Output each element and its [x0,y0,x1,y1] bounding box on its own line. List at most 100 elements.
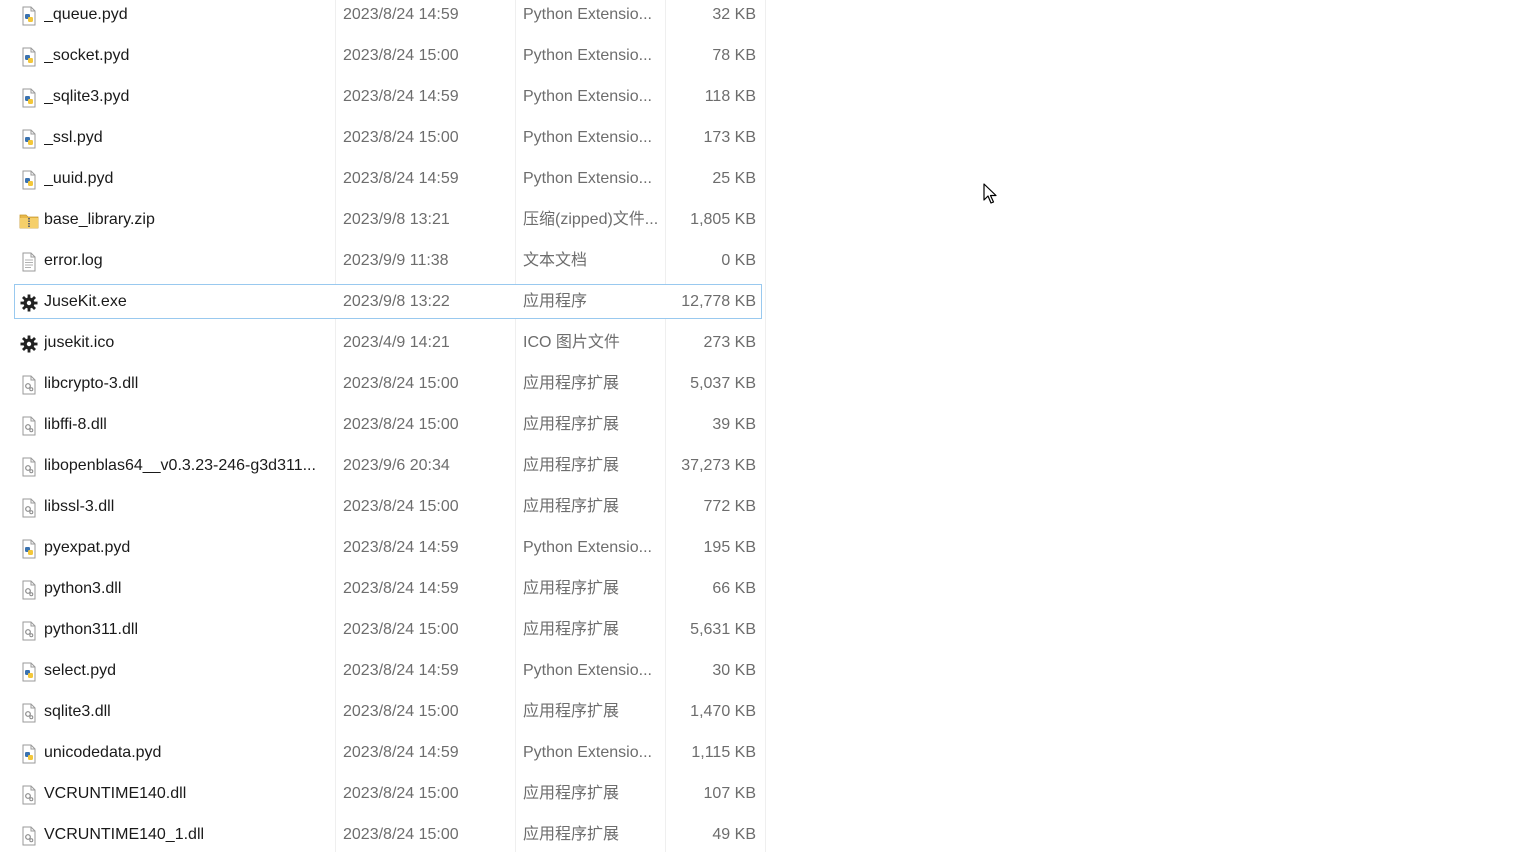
file-row[interactable]: VCRUNTIME140_1.dll 2023/8/24 15:00 应用程序扩展 4… [14,817,762,852]
file-row[interactable]: VCRUNTIME140.dll 2023/8/24 15:00 应用程序扩展 107… [14,776,762,811]
file-row[interactable]: base_library.zip 2023/9/8 13:21 压缩(zipped)… [14,202,762,237]
file-name: sqlite3.dll [44,703,111,720]
file-date-modified: 2023/8/24 14:59 [343,539,459,556]
file-name: libcrypto-3.dll [44,375,139,392]
python-file-icon [19,128,39,149]
file-date-modified: 2023/8/24 14:59 [343,744,459,761]
dll-file-icon [19,374,39,395]
file-size: 66 KB [712,580,756,597]
file-size: 5,037 KB [690,375,756,392]
file-name: _ssl.pyd [44,129,103,146]
file-type: 应用程序扩展 [523,498,620,515]
file-type: Python Extensio... [523,129,652,146]
python-file-icon [19,5,39,26]
file-name: libopenblas64__v0.3.23-246-g3d311... [44,457,316,474]
file-type: 应用程序扩展 [523,457,620,474]
file-type: 应用程序扩展 [523,580,620,597]
file-row[interactable]: libopenblas64__v0.3.23-246-g3d311... 2023… [14,448,762,483]
file-row[interactable]: unicodedata.pyd 2023/8/24 14:59 Python Ext… [14,735,762,770]
file-name: python3.dll [44,580,122,597]
file-date-modified: 2023/8/24 15:00 [343,785,459,802]
file-name: VCRUNTIME140.dll [44,785,187,802]
file-row[interactable]: _ssl.pyd 2023/8/24 15:00 Python Extensio..… [14,120,762,155]
file-size: 273 KB [703,334,756,351]
file-name: _sqlite3.pyd [44,88,130,105]
file-row[interactable]: python311.dll 2023/8/24 15:00 应用程序扩展 5,631 … [14,612,762,647]
dll-file-icon [19,456,39,477]
dll-file-icon [19,825,39,846]
file-type: Python Extensio... [523,88,652,105]
file-type: 应用程序扩展 [523,826,620,843]
file-type: 应用程序扩展 [523,621,620,638]
file-type: ICO 图片文件 [523,334,620,351]
file-type: 文本文档 [523,252,588,269]
gear-icon [19,292,39,312]
file-size: 32 KB [712,6,756,23]
file-name: VCRUNTIME140_1.dll [44,826,205,843]
file-size: 49 KB [712,826,756,843]
file-date-modified: 2023/8/24 14:59 [343,6,459,23]
file-name: JuseKit.exe [44,293,127,310]
file-date-modified: 2023/8/24 15:00 [343,375,459,392]
file-name: _uuid.pyd [44,170,114,187]
file-row[interactable]: _sqlite3.pyd 2023/8/24 14:59 Python Extens… [14,79,762,114]
file-date-modified: 2023/9/8 13:21 [343,211,450,228]
file-date-modified: 2023/8/24 15:00 [343,498,459,515]
file-name: libssl-3.dll [44,498,115,515]
python-file-icon [19,538,39,559]
column-separator-size[interactable] [765,0,766,852]
file-type: Python Extensio... [523,6,652,23]
file-list: _queue.pyd 2023/8/24 14:59 Python Extensio… [14,0,762,852]
dll-file-icon [19,620,39,641]
file-row[interactable]: _uuid.pyd 2023/8/24 14:59 Python Extensio.… [14,161,762,196]
file-date-modified: 2023/8/24 15:00 [343,416,459,433]
file-type: Python Extensio... [523,47,652,64]
file-size: 25 KB [712,170,756,187]
file-date-modified: 2023/9/9 11:38 [343,252,449,269]
python-file-icon [19,169,39,190]
file-row[interactable]: sqlite3.dll 2023/8/24 15:00 应用程序扩展 1,470 KB [14,694,762,729]
file-size: 195 KB [703,539,756,556]
file-type: Python Extensio... [523,170,652,187]
python-file-icon [19,661,39,682]
file-row[interactable]: jusekit.ico 2023/4/9 14:21 ICO 图片文件 273 KB [14,325,762,360]
file-size: 78 KB [712,47,756,64]
file-size: 118 KB [704,88,756,105]
file-size: 173 KB [703,129,756,146]
file-type: 应用程序 [523,293,588,310]
file-date-modified: 2023/9/6 20:34 [343,457,450,474]
file-date-modified: 2023/8/24 15:00 [343,621,459,638]
file-size: 772 KB [703,498,756,515]
file-size: 0 KB [721,252,756,269]
file-size: 30 KB [712,662,756,679]
file-size: 39 KB [712,416,756,433]
file-row[interactable]: libssl-3.dll 2023/8/24 15:00 应用程序扩展 772 KB [14,489,762,524]
file-row[interactable]: pyexpat.pyd 2023/8/24 14:59 Python Extensi… [14,530,762,565]
file-type: 应用程序扩展 [523,375,620,392]
file-date-modified: 2023/4/9 14:21 [343,334,450,351]
file-type: Python Extensio... [523,662,652,679]
file-name: libffi-8.dll [44,416,107,433]
python-file-icon [19,87,39,108]
file-name: pyexpat.pyd [44,539,131,556]
file-name: base_library.zip [44,211,155,228]
file-size: 1,805 KB [690,211,756,228]
file-name: error.log [44,252,103,269]
dll-file-icon [19,702,39,723]
file-size: 5,631 KB [690,621,756,638]
file-row[interactable]: JuseKit.exe 2023/9/8 13:22 应用程序 12,778 KB [14,284,762,319]
file-row[interactable]: error.log 2023/9/9 11:38 文本文档 0 KB [14,243,762,278]
file-name: select.pyd [44,662,117,679]
file-date-modified: 2023/8/24 14:59 [343,170,459,187]
file-name: _socket.pyd [44,47,130,64]
file-row[interactable]: _socket.pyd 2023/8/24 15:00 Python Extensi… [14,38,762,73]
file-size: 107 KB [703,785,756,802]
file-type: Python Extensio... [523,539,652,556]
file-size: 1,115 KB [691,744,756,761]
file-row[interactable]: libcrypto-3.dll 2023/8/24 15:00 应用程序扩展 5,03… [14,366,762,401]
file-row[interactable]: libffi-8.dll 2023/8/24 15:00 应用程序扩展 39 KB [14,407,762,442]
mouse-cursor-icon [983,183,997,204]
file-row[interactable]: _queue.pyd 2023/8/24 14:59 Python Extensio… [14,0,762,32]
file-row[interactable]: python3.dll 2023/8/24 14:59 应用程序扩展 66 KB [14,571,762,606]
file-row[interactable]: select.pyd 2023/8/24 14:59 Python Extensio… [14,653,762,688]
